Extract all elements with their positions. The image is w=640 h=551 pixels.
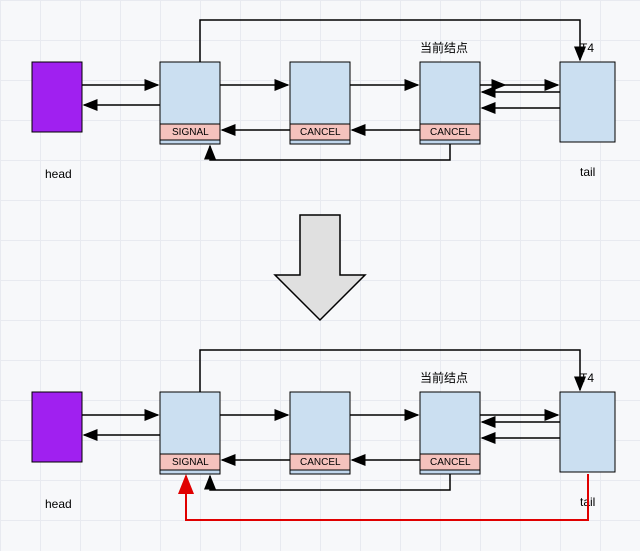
node-cancel-1: CANCEL [290, 62, 350, 144]
tail-label: tail [580, 165, 595, 179]
node-cancel-1-b: CANCEL [290, 392, 350, 474]
status-signal: SIGNAL [172, 127, 209, 138]
head-node [32, 62, 82, 132]
node-signal-b: SIGNAL [160, 392, 220, 474]
node-current: 当前结点 CANCEL [420, 40, 480, 144]
head-label: head [45, 167, 72, 181]
status-cancel-1: CANCEL [300, 127, 341, 138]
status-cancel-2: CANCEL [430, 127, 471, 138]
down-arrow-icon [275, 215, 365, 320]
diagram-canvas: head SIGNAL CANCEL 当前结点 CANCEL T4 t [0, 0, 640, 551]
svg-text:CANCEL: CANCEL [300, 457, 341, 468]
node-current-b: 当前结点 CANCEL [420, 370, 480, 474]
svg-text:当前结点: 当前结点 [420, 370, 468, 385]
head-node-b [32, 392, 82, 462]
node-t4: T4 tail [560, 41, 615, 179]
svg-text:T4: T4 [580, 371, 594, 385]
head-label-b: head [45, 497, 72, 511]
node-signal: SIGNAL [160, 62, 220, 144]
diagram-top: head SIGNAL CANCEL 当前结点 CANCEL T4 t [32, 20, 615, 181]
arrow-n3-n1-bypass [210, 144, 450, 160]
arrow-n1-t4-bypass [200, 20, 580, 62]
red-arrow-t4-n1 [186, 474, 588, 520]
diagram-bottom: head SIGNAL CANCEL 当前结点 CANCEL T4 t [32, 350, 615, 520]
svg-text:SIGNAL: SIGNAL [172, 457, 209, 468]
t4-label: T4 [580, 41, 594, 55]
svg-text:CANCEL: CANCEL [430, 457, 471, 468]
current-node-label: 当前结点 [420, 40, 468, 55]
